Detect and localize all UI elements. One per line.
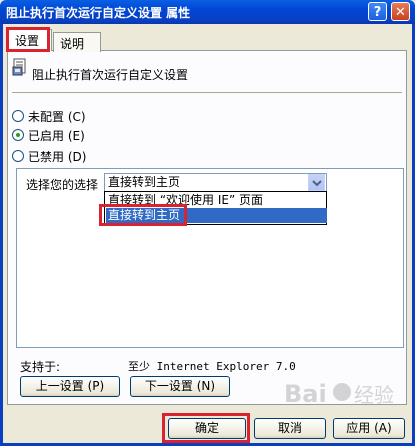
support-label: 支持于: xyxy=(20,360,61,374)
dropdown-option[interactable]: 直接转到 “欢迎使用 IE” 页面 xyxy=(108,193,263,208)
support-value: 至少 Internet Explorer 7.0 xyxy=(128,360,296,373)
close-button[interactable]: ✕ xyxy=(391,2,410,21)
next-setting-button[interactable]: 下一设置 (N) xyxy=(130,376,230,397)
radio-button[interactable] xyxy=(12,129,24,141)
prev-setting-button[interactable]: 上一设置 (P) xyxy=(20,376,120,397)
svg-text:Bai: Bai xyxy=(284,380,327,408)
dropdown-list: 直接转到 “欢迎使用 IE” 页面 直接转到主页 xyxy=(104,191,327,225)
radio-disabled[interactable]: 已禁用 (D) xyxy=(12,148,86,164)
divider xyxy=(12,92,402,93)
dropdown-arrow[interactable] xyxy=(308,174,325,191)
policy-icon xyxy=(12,58,26,76)
baidu-watermark-logo: Bai 经验 xyxy=(284,380,394,408)
tab-explain[interactable]: 说明 xyxy=(53,32,101,52)
chevron-down-icon xyxy=(312,180,322,187)
radio-label: 已禁用 (D) xyxy=(28,149,87,164)
ok-button[interactable]: 确定 xyxy=(168,418,246,439)
title-bar: 阻止执行首次运行自定义设置 属性 ? ✕ xyxy=(0,0,415,24)
radio-button[interactable] xyxy=(12,110,24,122)
help-button[interactable]: ? xyxy=(368,2,387,21)
radio-not-configured[interactable]: 未配置 (C) xyxy=(12,108,86,124)
radio-button[interactable] xyxy=(12,150,24,162)
tab-settings[interactable]: 设置 xyxy=(8,29,52,51)
radio-enabled[interactable]: 已启用 (E) xyxy=(12,127,85,143)
dropdown-option-selected[interactable]: 直接转到主页 xyxy=(106,208,327,223)
radio-label: 已启用 (E) xyxy=(28,128,85,143)
radio-label: 未配置 (C) xyxy=(28,109,86,124)
choice-select[interactable]: 直接转到主页 xyxy=(104,173,327,192)
policy-title: 阻止执行首次运行自定义设置 xyxy=(32,68,189,82)
options-label: 选择您的选择 xyxy=(26,178,99,192)
window-title: 阻止执行首次运行自定义设置 属性 xyxy=(6,6,191,20)
svg-text:经验: 经验 xyxy=(354,383,394,407)
